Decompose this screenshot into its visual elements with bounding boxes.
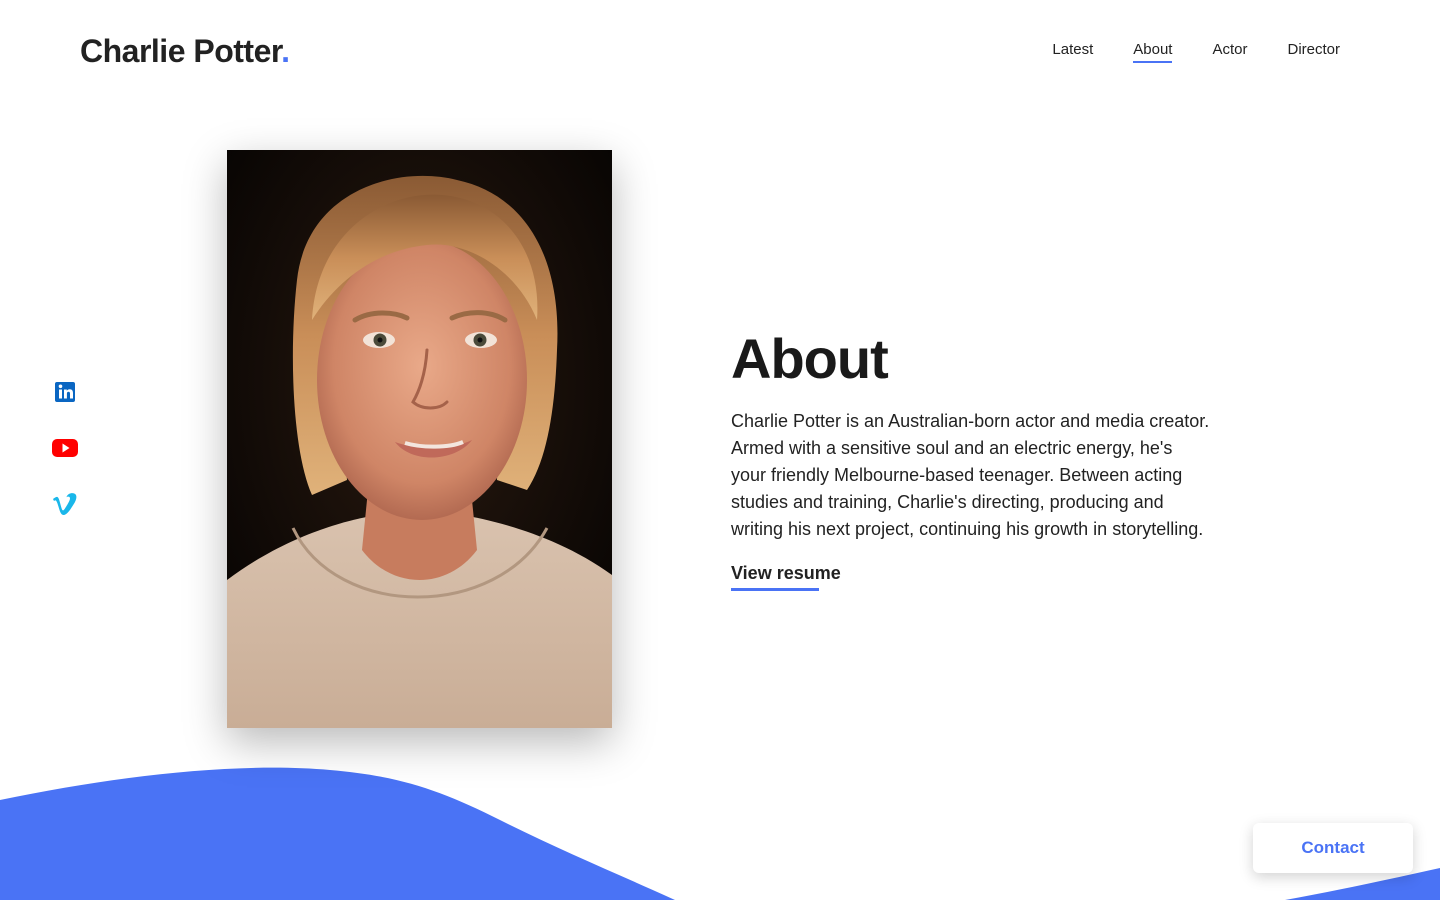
- vimeo-icon[interactable]: [51, 490, 79, 518]
- nav-item-latest[interactable]: Latest: [1052, 38, 1093, 62]
- view-resume-link[interactable]: View resume: [731, 563, 841, 591]
- nav-item-about[interactable]: About: [1133, 38, 1173, 63]
- about-description: Charlie Potter is an Australian-born act…: [731, 411, 1210, 539]
- logo-dot: .: [281, 33, 290, 69]
- nav-item-director[interactable]: Director: [1287, 38, 1340, 62]
- decorative-wave: [0, 767, 1440, 900]
- linkedin-icon[interactable]: [51, 378, 79, 406]
- nav-item-actor[interactable]: Actor: [1212, 38, 1247, 62]
- site-logo[interactable]: Charlie Potter.: [80, 31, 290, 71]
- logo-text: Charlie Potter: [80, 33, 282, 69]
- about-title: About: [731, 327, 889, 390]
- portrait-photo: [227, 150, 612, 728]
- social-links: [50, 378, 80, 518]
- contact-button[interactable]: Contact: [1253, 823, 1413, 873]
- page: Charlie Potter. Latest About Actor Direc…: [0, 0, 1440, 900]
- youtube-icon[interactable]: [51, 434, 79, 462]
- main-nav: Latest About Actor Director: [1052, 38, 1340, 63]
- about-section: About Charlie Potter is an Australian-bo…: [731, 326, 1211, 591]
